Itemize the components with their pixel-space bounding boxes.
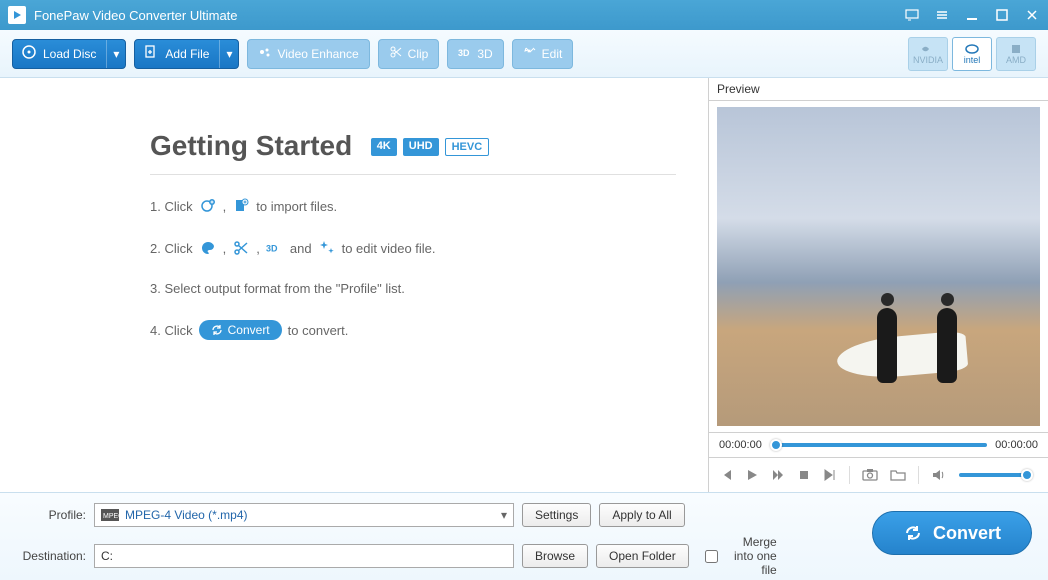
step-2: 2. Click , , 3D and to edit video file. — [150, 239, 676, 257]
convert-pill: Convert — [199, 320, 282, 340]
mpeg-icon: MPEG — [101, 508, 119, 522]
getting-started-heading: Getting Started — [150, 130, 352, 162]
step-3: 3. Select output format from the "Profil… — [150, 281, 676, 296]
enhance-icon — [258, 45, 272, 62]
preview-label: Preview — [709, 78, 1048, 101]
refresh-icon — [903, 523, 923, 543]
edit-button[interactable]: Edit — [512, 39, 574, 69]
feedback-icon[interactable] — [904, 7, 920, 23]
palette-icon — [199, 239, 217, 257]
app-title: FonePaw Video Converter Ultimate — [34, 8, 238, 23]
chevron-down-icon: ▾ — [501, 508, 507, 522]
titlebar: FonePaw Video Converter Ultimate — [0, 0, 1048, 30]
badge-hevc: HEVC — [445, 138, 490, 156]
add-file-button[interactable]: Add File ▾ — [134, 39, 239, 69]
stop-button[interactable] — [797, 468, 811, 482]
video-enhance-button[interactable]: Video Enhance — [247, 39, 369, 69]
getting-started-panel: Getting Started 4K UHD HEVC 1. Click , t… — [0, 78, 708, 492]
load-disc-dropdown[interactable]: ▾ — [106, 40, 125, 68]
gpu-group: NVIDIA intel AMD — [908, 37, 1036, 71]
3d-icon: 3D — [266, 239, 284, 257]
preview-panel: Preview 00:00:00 00:00:00 — [708, 78, 1048, 492]
snapshot-button[interactable] — [862, 468, 878, 482]
forward-button[interactable] — [771, 468, 785, 482]
menu-icon[interactable] — [934, 7, 950, 23]
minimize-button[interactable] — [964, 7, 980, 23]
apply-all-button[interactable]: Apply to All — [599, 503, 684, 527]
step-1: 1. Click , to import files. — [150, 197, 676, 215]
refresh-icon — [211, 324, 223, 336]
badge-4k: 4K — [371, 138, 397, 156]
app-logo — [8, 6, 26, 24]
main-area: Getting Started 4K UHD HEVC 1. Click , t… — [0, 78, 1048, 492]
player-controls — [709, 457, 1048, 492]
open-folder-button[interactable]: Open Folder — [596, 544, 689, 568]
gpu-nvidia[interactable]: NVIDIA — [908, 37, 948, 71]
badge-uhd: UHD — [403, 138, 439, 156]
svg-text:3D: 3D — [458, 48, 470, 58]
disc-add-icon — [199, 197, 217, 215]
3d-button[interactable]: 3D 3D — [447, 39, 503, 69]
seek-slider[interactable] — [770, 443, 987, 447]
time-total: 00:00:00 — [995, 439, 1038, 451]
profile-label: Profile: — [14, 508, 86, 522]
convert-button[interactable]: Convert — [872, 511, 1032, 555]
scissors-icon — [232, 239, 250, 257]
time-current: 00:00:00 — [719, 439, 762, 451]
destination-input[interactable] — [94, 544, 514, 568]
timeline: 00:00:00 00:00:00 — [709, 432, 1048, 457]
browse-button[interactable]: Browse — [522, 544, 588, 568]
3d-icon: 3D — [458, 45, 472, 62]
load-disc-button[interactable]: Load Disc ▾ — [12, 39, 126, 69]
volume-slider[interactable] — [959, 473, 1029, 477]
maximize-button[interactable] — [994, 7, 1010, 23]
destination-label: Destination: — [14, 549, 86, 563]
add-file-icon — [135, 44, 159, 63]
scissors-icon — [389, 45, 403, 62]
file-add-icon — [232, 197, 250, 215]
svg-text:3D: 3D — [266, 243, 278, 253]
gpu-intel[interactable]: intel — [952, 37, 992, 71]
merge-checkbox[interactable] — [705, 550, 718, 563]
close-button[interactable] — [1024, 7, 1040, 23]
svg-text:MPEG: MPEG — [103, 513, 119, 520]
open-folder-icon[interactable] — [890, 468, 906, 482]
volume-icon[interactable] — [931, 468, 947, 482]
add-file-dropdown[interactable]: ▾ — [219, 40, 238, 68]
edit-icon — [523, 45, 537, 62]
bottom-panel: Profile: MPEG MPEG-4 Video (*.mp4) ▾ Set… — [0, 492, 1048, 580]
profile-select[interactable]: MPEG MPEG-4 Video (*.mp4) ▾ — [94, 503, 514, 527]
disc-icon — [13, 44, 37, 63]
sparkle-icon — [318, 239, 336, 257]
preview-image — [717, 107, 1040, 426]
divider — [150, 174, 676, 175]
clip-button[interactable]: Clip — [378, 39, 440, 69]
step-4: 4. Click Convert to convert. — [150, 320, 676, 340]
settings-button[interactable]: Settings — [522, 503, 591, 527]
merge-checkbox-label[interactable]: Merge into one file — [705, 535, 777, 577]
gpu-amd[interactable]: AMD — [996, 37, 1036, 71]
prev-button[interactable] — [719, 468, 733, 482]
toolbar: Load Disc ▾ Add File ▾ Video Enhance Cli… — [0, 30, 1048, 78]
play-button[interactable] — [745, 468, 759, 482]
next-button[interactable] — [823, 468, 837, 482]
